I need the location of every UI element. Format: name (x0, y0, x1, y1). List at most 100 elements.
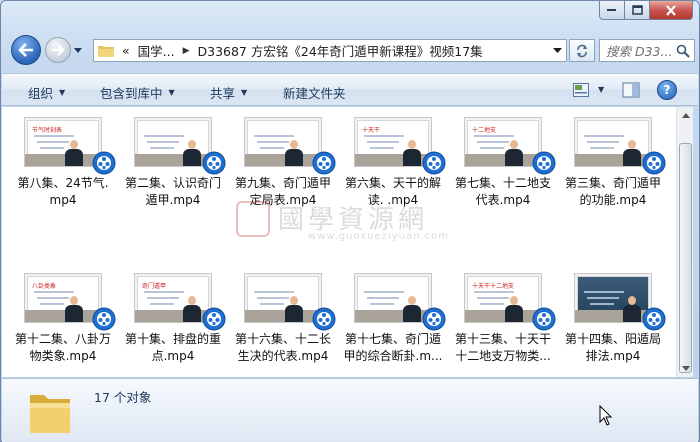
whiteboard: 节气时刻表 (27, 120, 99, 156)
media-player-icon (312, 307, 336, 331)
breadcrumb-segment-1[interactable]: 国学... (138, 41, 175, 60)
folder-icon (30, 395, 70, 433)
minimize-button[interactable] (599, 1, 625, 20)
media-player-icon (92, 151, 116, 175)
video-thumbnail (574, 117, 652, 167)
breadcrumb-overflow[interactable]: « (122, 43, 130, 58)
file-name-line-1: 第十三集、十天干 (454, 332, 551, 346)
search-placeholder: 搜索 D33... (606, 44, 673, 59)
chevron-down-icon: ▼ (59, 88, 66, 97)
file-name: 第十三集、十天干 十二地支万物类... (450, 331, 556, 365)
help-icon[interactable]: ? (657, 80, 677, 100)
watermark-url: www.guoxueziyuan.com (308, 231, 449, 242)
include-library-label: 包含到库中 (100, 86, 163, 101)
close-icon (666, 4, 676, 16)
maximize-icon (631, 5, 643, 15)
watermark-seal-icon (236, 201, 270, 237)
breadcrumb-separator-icon[interactable]: ▶ (183, 46, 190, 56)
presenter (183, 140, 201, 166)
recent-pages-dropdown-icon[interactable] (73, 45, 83, 55)
file-name-line-2: 物类象.mp4 (29, 349, 97, 363)
file-item[interactable]: 节气时刻表 第八集、24节气. mp4 (10, 107, 116, 227)
minimize-icon (607, 9, 616, 11)
file-name: 第十六集、十二长 生决的代表.mp4 (230, 331, 336, 365)
presenter (403, 296, 421, 322)
new-folder-label: 新建文件夹 (283, 86, 346, 101)
include-library-menu[interactable]: 包含到库中 ▼ (100, 83, 175, 102)
mouse-cursor-icon (599, 405, 613, 426)
search-icon[interactable] (676, 44, 690, 58)
file-name-line-2: 点.mp4 (151, 349, 195, 363)
file-name-line-2: 排法.mp4 (585, 349, 641, 363)
file-item[interactable]: 八卦类象第十二集、八卦万 物类象.mp4 (10, 263, 116, 377)
item-count: 17 个对象 (94, 390, 152, 405)
breadcrumb-segment-2[interactable]: D33687 方宏铭《24年奇门遁甲新课程》视频17集 (198, 41, 483, 60)
file-item[interactable]: 十天干十二地支 第十三集、十天干 十二地支万物类... (450, 263, 556, 377)
details-pane: 17 个对象 (2, 378, 698, 442)
scroll-up-button[interactable] (677, 107, 694, 124)
file-name-line-2: 遁甲.mp4 (145, 193, 201, 207)
presenter (505, 296, 523, 322)
address-bar[interactable]: « 国学... ▶ D33687 方宏铭《24年奇门遁甲新课程》视频17集 (93, 39, 567, 62)
file-item[interactable]: 第十六集、十二长 生决的代表.mp4 (230, 263, 336, 377)
file-item[interactable]: 第十七集、奇门遁 甲的综合断卦.m... (340, 263, 446, 377)
video-thumbnail (244, 117, 322, 167)
video-thumbnail: 奇门遁甲 (134, 273, 212, 323)
chevron-down-icon: ▼ (241, 88, 248, 97)
presenter (623, 140, 641, 166)
whiteboard-text: 十天干 (362, 127, 381, 134)
new-folder-button[interactable]: 新建文件夹 (283, 83, 346, 102)
file-name-line-2: 的功能.mp4 (579, 193, 647, 207)
refresh-button[interactable] (569, 39, 595, 62)
presenter (505, 140, 523, 166)
view-dropdown-icon[interactable]: ▼ (598, 85, 604, 94)
vertical-scrollbar[interactable] (676, 107, 693, 377)
media-player-icon (202, 151, 226, 175)
media-player-icon (312, 151, 336, 175)
share-menu[interactable]: 共享 ▼ (210, 83, 247, 102)
file-item[interactable]: 第二集、认识奇门 遁甲.mp4 (120, 107, 226, 227)
file-item[interactable]: 第十四集、阳遁局 排法.mp4 (560, 263, 666, 377)
video-thumbnail: 八卦类象 (24, 273, 102, 323)
organize-menu[interactable]: 组织 ▼ (28, 83, 65, 102)
change-view-button[interactable] (568, 80, 594, 100)
forward-button[interactable] (45, 37, 71, 63)
presenter (65, 140, 83, 166)
file-name-line-1: 第二集、认识奇门 (124, 176, 221, 190)
video-thumbnail (134, 117, 212, 167)
media-player-icon (92, 307, 116, 331)
file-name: 第十二集、八卦万 物类象.mp4 (10, 331, 116, 365)
media-player-icon (642, 307, 666, 331)
file-name: 第三集、奇门遁甲 的功能.mp4 (560, 175, 666, 209)
organize-label: 组织 (28, 86, 54, 101)
file-name-line-1: 第十六集、十二长 (234, 332, 331, 346)
close-button[interactable] (650, 1, 693, 20)
whiteboard-text: 十二地支 (472, 127, 497, 134)
media-player-icon (422, 151, 446, 175)
navigation-bar: « 国学... ▶ D33687 方宏铭《24年奇门遁甲新课程》视频17集 搜索… (9, 35, 695, 65)
preview-pane-icon[interactable] (622, 81, 640, 99)
file-name-line-1: 第十集、排盘的重 (124, 332, 221, 346)
maximize-button[interactable] (625, 1, 650, 20)
whiteboard: 十天干十二地支 (467, 276, 539, 312)
address-dropdown-icon[interactable] (553, 48, 562, 54)
file-name: 第十七集、奇门遁 甲的综合断卦.m... (340, 331, 446, 365)
video-thumbnail: 十天干 (354, 117, 432, 167)
video-thumbnail: 十二地支 (464, 117, 542, 167)
back-button[interactable] (11, 35, 41, 65)
presenter (285, 296, 303, 322)
share-label: 共享 (210, 86, 236, 101)
whiteboard-text: 节气时刻表 (32, 127, 63, 134)
presenter (183, 296, 201, 322)
search-input[interactable]: 搜索 D33... (599, 39, 695, 62)
whiteboard-text: 八卦类象 (32, 283, 57, 290)
scroll-thumb[interactable] (679, 143, 692, 373)
arrow-right-icon (52, 44, 65, 56)
chevron-down-icon (681, 366, 690, 371)
file-item[interactable]: 奇门遁甲第十集、排盘的重 点.mp4 (120, 263, 226, 377)
folder-icon (98, 46, 114, 57)
presenter (285, 140, 303, 166)
whiteboard: 十二地支 (467, 120, 539, 156)
file-item[interactable]: 第三集、奇门遁甲 的功能.mp4 (560, 107, 666, 227)
scroll-down-button[interactable] (677, 360, 694, 377)
